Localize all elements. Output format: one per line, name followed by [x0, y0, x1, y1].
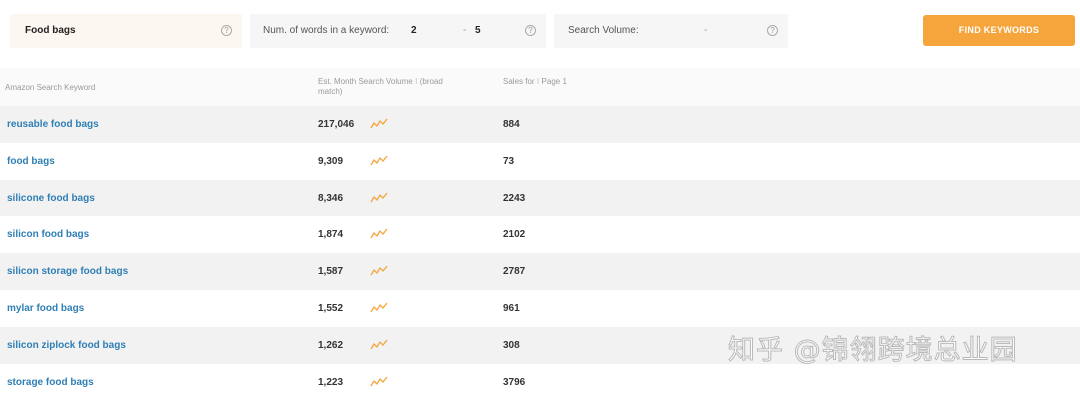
- keyword-link[interactable]: silicon food bags: [7, 229, 89, 241]
- help-icon[interactable]: ?: [767, 25, 778, 36]
- trend-line-icon[interactable]: [370, 118, 388, 130]
- search-volume-value: 1,552: [318, 302, 344, 314]
- table-row: silicon food bags 1,874 2102: [0, 216, 1080, 254]
- header-sales[interactable]: Sales for ⁝ Page 1: [503, 77, 583, 87]
- trend-line-icon[interactable]: [370, 155, 388, 167]
- keyword-link[interactable]: silicon ziplock food bags: [7, 340, 126, 352]
- words-max-input[interactable]: 5: [475, 25, 481, 37]
- keyword-link[interactable]: storage food bags: [7, 377, 94, 389]
- trend-line-icon[interactable]: [370, 265, 388, 277]
- help-icon[interactable]: ?: [525, 25, 536, 36]
- sales-value: 961: [503, 302, 520, 314]
- search-volume-value: 8,346: [318, 192, 344, 204]
- search-input[interactable]: Food bags ?: [10, 14, 242, 48]
- sales-value: 884: [503, 119, 520, 130]
- trend-line-icon[interactable]: [370, 376, 388, 388]
- sales-value: 3796: [503, 376, 526, 388]
- trend-line-icon[interactable]: [370, 339, 388, 351]
- search-volume-value: 9,309: [318, 155, 344, 167]
- help-icon[interactable]: ?: [221, 25, 232, 36]
- search-volume-value: 1,262: [318, 339, 344, 351]
- sales-value: 2787: [503, 266, 526, 278]
- table-row: storage food bags 1,223 3796: [0, 363, 1080, 397]
- trend-line-icon[interactable]: [370, 192, 388, 204]
- range-separator: -: [704, 25, 708, 36]
- words-count-label: Num. of words in a keyword:: [263, 25, 390, 36]
- find-keywords-button[interactable]: FIND KEYWORDS: [923, 15, 1075, 46]
- trend-line-icon[interactable]: [370, 302, 388, 314]
- search-volume-value: 1,874: [318, 229, 344, 241]
- search-volume-value: 217,046: [318, 119, 355, 130]
- keyword-link[interactable]: silicon storage food bags: [7, 266, 128, 278]
- table-row: silicon storage food bags 1,587 2787: [0, 253, 1080, 290]
- search-volume-filter: Search Volume: - ?: [554, 14, 788, 48]
- watermark: 知乎 @锦翎跨境总业园: [728, 335, 1018, 367]
- table-row: food bags 9,309 73: [0, 142, 1080, 180]
- table-header: Amazon Search Keyword Est. Month Search …: [0, 68, 1080, 106]
- trend-line-icon[interactable]: [370, 228, 388, 240]
- sales-value: 308: [503, 339, 520, 351]
- search-volume-value: 1,223: [318, 376, 344, 388]
- keyword-link[interactable]: mylar food bags: [7, 303, 84, 315]
- words-count-filter: Num. of words in a keyword: 2 - 5 ?: [250, 14, 546, 48]
- search-volume-value: 1,587: [318, 266, 344, 278]
- header-search-volume[interactable]: Est. Month Search Volume ⁝ (broad match): [318, 77, 468, 97]
- table-row: silicone food bags 8,346 2243: [0, 179, 1080, 217]
- keyword-link[interactable]: silicone food bags: [7, 193, 95, 205]
- sales-value: 2243: [503, 192, 526, 204]
- sales-value: 73: [503, 155, 515, 167]
- filter-bar: Food bags ? Num. of words in a keyword: …: [0, 0, 1080, 62]
- keyword-link[interactable]: food bags: [7, 156, 55, 168]
- search-input-value[interactable]: Food bags: [25, 25, 76, 37]
- table-row: mylar food bags 1,552 961: [0, 289, 1080, 327]
- keyword-link[interactable]: reusable food bags: [7, 119, 99, 131]
- sales-value: 2102: [503, 229, 526, 241]
- header-keyword[interactable]: Amazon Search Keyword: [5, 83, 95, 93]
- range-separator: -: [463, 25, 467, 36]
- words-min-input[interactable]: 2: [411, 25, 417, 37]
- table-row: reusable food bags 217,046 884: [0, 106, 1080, 143]
- search-volume-label: Search Volume:: [568, 25, 639, 36]
